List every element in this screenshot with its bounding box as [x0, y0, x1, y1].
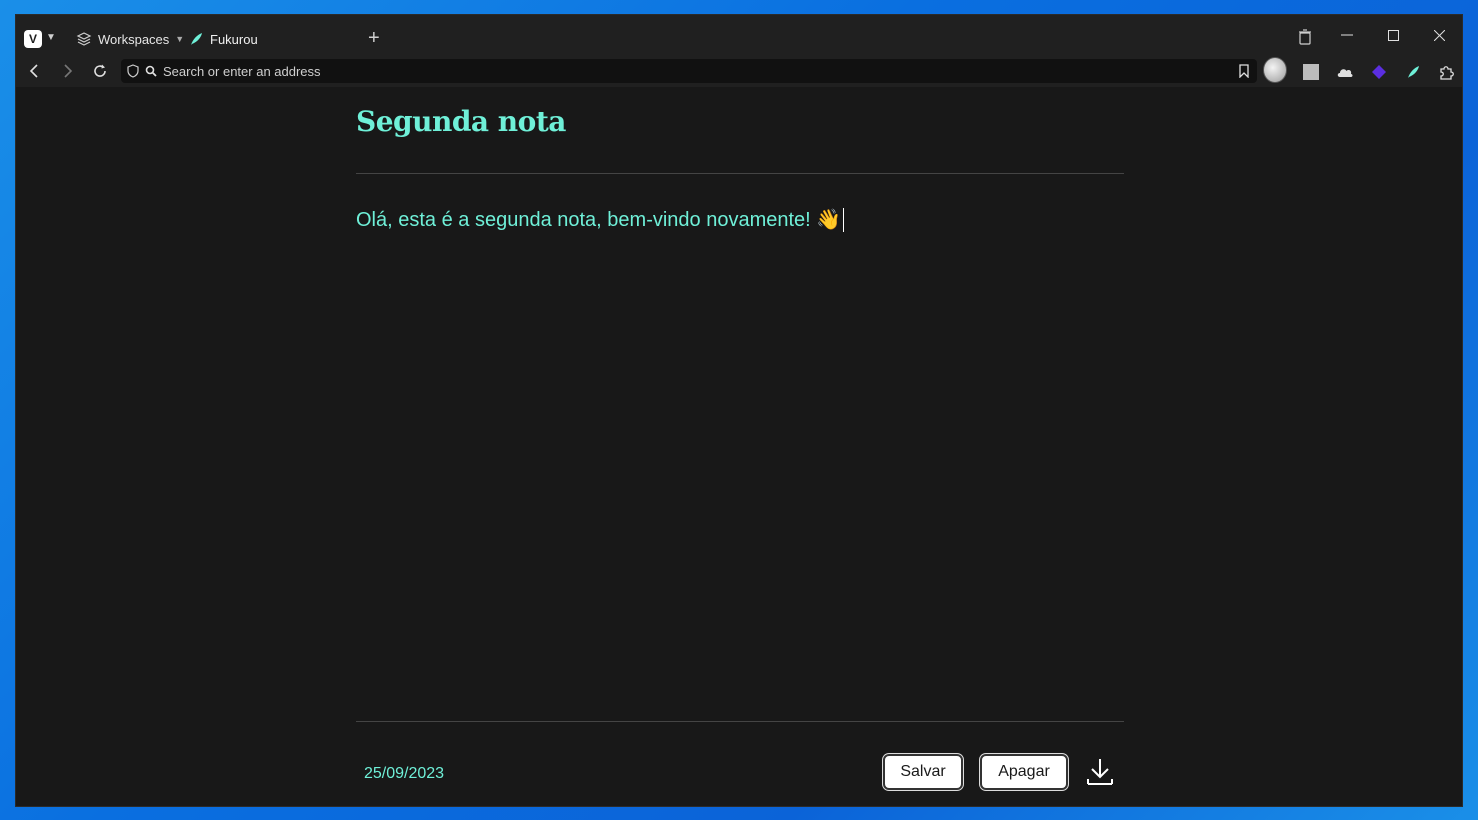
puzzle-icon[interactable]	[1435, 60, 1459, 84]
extension-grey-icon[interactable]	[1299, 60, 1323, 84]
vivaldi-menu-icon[interactable]: V	[24, 30, 42, 48]
note-date: 25/09/2023	[364, 765, 445, 782]
forward-button[interactable]	[58, 61, 78, 81]
tab-bar: V ▼ Workspaces ▼ Fukurou +	[16, 15, 1462, 59]
note-body-editor[interactable]: Olá, esta é a segunda nota, bem-vindo no…	[356, 207, 845, 232]
note-page: Segunda nota Olá, esta é a segunda nota,…	[16, 87, 1462, 806]
shield-icon[interactable]	[127, 64, 139, 78]
navigation-bar	[16, 56, 1462, 87]
download-button[interactable]	[1086, 757, 1114, 792]
avatar	[1263, 57, 1287, 83]
close-button[interactable]	[1416, 15, 1462, 55]
new-tab-button[interactable]: +	[368, 27, 380, 49]
chevron-right-icon	[64, 64, 73, 78]
workspaces-label: Workspaces	[98, 31, 170, 47]
note-body-text: Olá, esta é a segunda nota, bem-vindo no…	[356, 209, 842, 231]
bookmark-icon[interactable]	[1239, 64, 1249, 78]
delete-button[interactable]: Apagar	[980, 754, 1068, 790]
note-title[interactable]: Segunda nota	[356, 105, 566, 138]
footer-divider	[356, 721, 1124, 722]
feather-icon	[191, 33, 202, 45]
chevron-left-icon	[29, 64, 38, 78]
reload-button[interactable]	[90, 61, 110, 81]
back-button[interactable]	[24, 61, 44, 81]
trash-icon[interactable]	[1298, 29, 1312, 50]
save-button[interactable]: Salvar	[883, 754, 963, 790]
layers-icon	[76, 32, 92, 46]
reload-icon	[94, 64, 106, 77]
chevron-down-icon[interactable]: ▼	[46, 32, 56, 43]
cloud-icon[interactable]	[1333, 60, 1357, 84]
text-cursor	[843, 207, 845, 232]
profile-avatar[interactable]	[1263, 57, 1287, 83]
feather-extension-icon[interactable]	[1401, 60, 1425, 84]
diamond-icon[interactable]	[1367, 60, 1391, 84]
download-icon	[1087, 759, 1113, 785]
search-icon	[145, 65, 157, 77]
title-divider	[356, 173, 1124, 174]
minimize-button[interactable]	[1324, 15, 1370, 55]
tab-title: Fukurou	[210, 31, 258, 47]
maximize-button[interactable]	[1370, 15, 1416, 55]
address-bar[interactable]	[121, 59, 1257, 83]
workspaces-button[interactable]: Workspaces ▼	[76, 29, 184, 49]
tab-fukurou[interactable]: Fukurou	[188, 29, 258, 49]
browser-window: V ▼ Workspaces ▼ Fukurou + Search or ent…	[15, 14, 1463, 807]
address-input[interactable]	[163, 63, 1239, 79]
window-controls	[1299, 15, 1462, 55]
chevron-down-icon: ▼	[175, 34, 185, 44]
